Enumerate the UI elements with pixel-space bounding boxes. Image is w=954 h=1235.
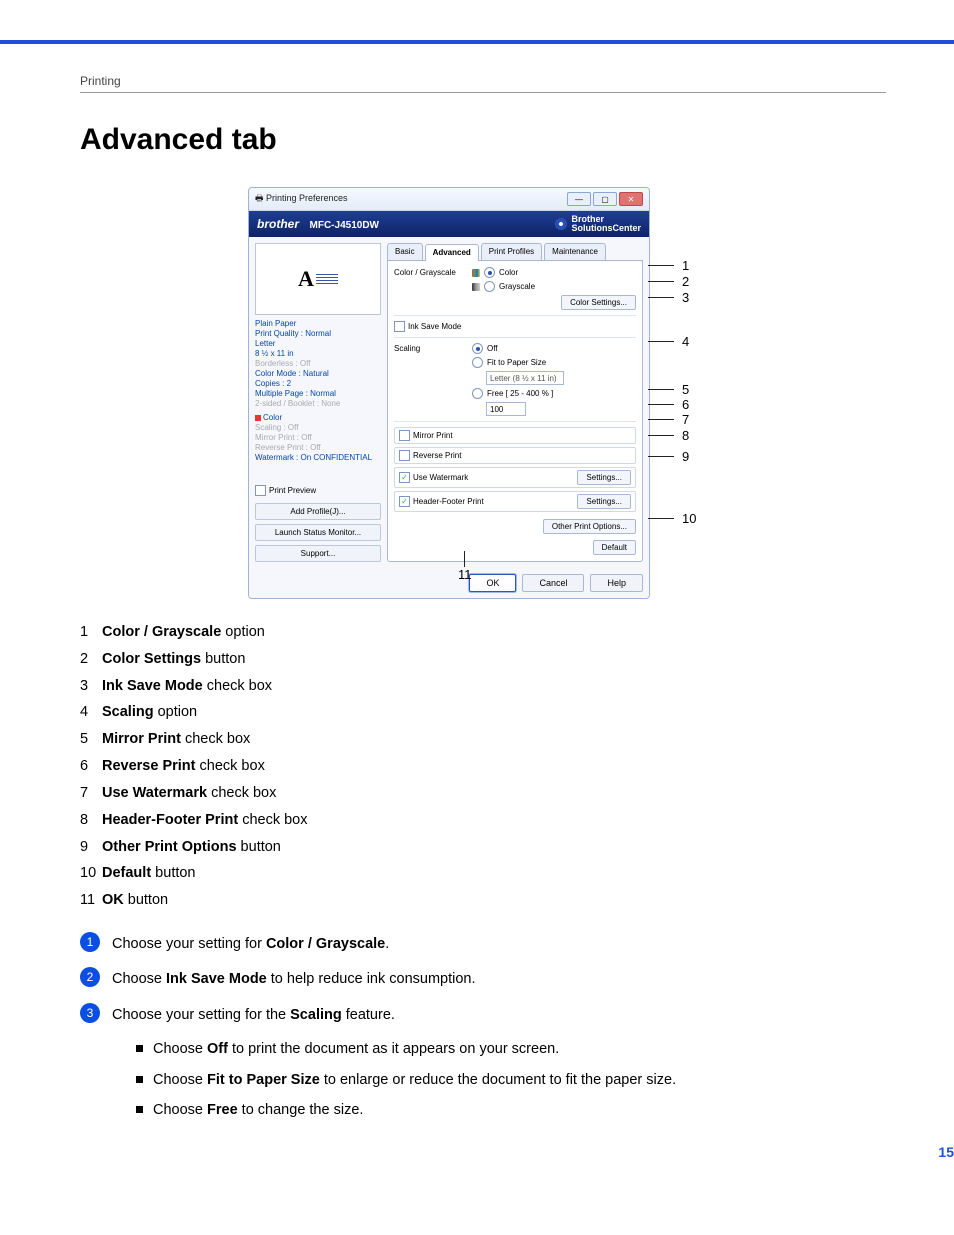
window-min-button[interactable]: — <box>567 192 591 206</box>
legend-item: 9Other Print Options button <box>80 834 886 861</box>
callout-1: 1 <box>682 258 689 273</box>
tab-advanced[interactable]: Advanced <box>425 244 479 261</box>
solutions-icon <box>553 216 570 233</box>
left-summary-panel: A Plain Paper Print Quality : Normal Let… <box>255 243 381 562</box>
legend-item: 6Reverse Print check box <box>80 753 886 780</box>
page-number: 15 <box>938 1144 954 1160</box>
step-3-badge-icon: 3 <box>80 1003 100 1023</box>
mirror-print-checkbox[interactable] <box>399 430 410 441</box>
tab-basic[interactable]: Basic <box>387 243 423 260</box>
callout-7: 7 <box>682 412 689 427</box>
legend-item: 5Mirror Print check box <box>80 726 886 753</box>
brand-logo: brother <box>257 217 299 231</box>
help-button[interactable]: Help <box>590 574 643 592</box>
bullet-icon <box>136 1045 143 1052</box>
scaling-label: Scaling <box>394 343 466 353</box>
legend-item: 3Ink Save Mode check box <box>80 673 886 700</box>
window-close-button[interactable]: ✕ <box>619 192 643 206</box>
other-print-options-button[interactable]: Other Print Options... <box>543 519 636 534</box>
tab-maintenance[interactable]: Maintenance <box>544 243 606 260</box>
solutions-center-link[interactable]: Brother SolutionsCenter <box>555 215 641 233</box>
reverse-print-checkbox[interactable] <box>399 450 410 461</box>
brand-model: MFC-J4510DW <box>310 220 379 231</box>
brand-bar: brother MFC-J4510DW Brother SolutionsCen… <box>249 211 649 237</box>
legend-list: 1Color / Grayscale option2Color Settings… <box>80 619 886 914</box>
use-watermark-checkbox[interactable] <box>399 472 410 483</box>
scaling-free-radio[interactable] <box>472 388 483 399</box>
color-swatch-icon <box>472 269 480 277</box>
breadcrumb: Printing <box>80 74 886 88</box>
ok-button[interactable]: OK <box>469 574 516 592</box>
legend-item: 2Color Settings button <box>80 646 886 673</box>
free-percent-spinner[interactable]: 100 <box>486 402 526 416</box>
bullet-icon <box>136 1106 143 1113</box>
screenshot: 🖶 Printing Preferences — ▢ ✕ brother MFC… <box>248 187 718 599</box>
step-2-badge-icon: 2 <box>80 967 100 987</box>
window-titlebar[interactable]: 🖶 Printing Preferences — ▢ ✕ <box>249 188 649 211</box>
window-title: 🖶 Printing Preferences <box>255 191 348 207</box>
add-profile-button[interactable]: Add Profile(J)... <box>255 503 381 520</box>
page-preview: A <box>255 243 381 315</box>
tab-strip: Basic Advanced Print Profiles Maintenanc… <box>387 243 643 261</box>
callout-3: 3 <box>682 290 689 305</box>
steps: 1 Choose your setting for Color / Graysc… <box>80 932 886 1122</box>
callout-9: 9 <box>682 449 689 464</box>
tab-print-profiles[interactable]: Print Profiles <box>481 243 542 260</box>
launch-status-button[interactable]: Launch Status Monitor... <box>255 524 381 541</box>
cancel-button[interactable]: Cancel <box>522 574 584 592</box>
headerfooter-settings-button[interactable]: Settings... <box>577 494 631 509</box>
fit-size-dropdown[interactable] <box>486 371 564 385</box>
scaling-fit-radio[interactable] <box>472 357 483 368</box>
callout-10: 10 <box>682 511 696 526</box>
legend-item: 11OK button <box>80 887 886 914</box>
color-settings-button[interactable]: Color Settings... <box>561 295 636 310</box>
color-radio[interactable] <box>484 267 495 278</box>
bullet-icon <box>136 1076 143 1083</box>
window-max-button[interactable]: ▢ <box>593 192 617 206</box>
default-button[interactable]: Default <box>593 540 636 555</box>
step-1-badge-icon: 1 <box>80 932 100 952</box>
ink-save-checkbox[interactable] <box>394 321 405 332</box>
page-title: Advanced tab <box>80 123 886 157</box>
legend-item: 10Default button <box>80 860 886 887</box>
legend-item: 4Scaling option <box>80 699 886 726</box>
color-grayscale-label: Color / Grayscale <box>394 267 466 277</box>
support-button[interactable]: Support... <box>255 545 381 562</box>
legend-item: 1Color / Grayscale option <box>80 619 886 646</box>
right-settings-panel: Basic Advanced Print Profiles Maintenanc… <box>387 243 643 562</box>
header-footer-checkbox[interactable] <box>399 496 410 507</box>
callout-5: 5 <box>682 382 689 397</box>
callout-6: 6 <box>682 397 689 412</box>
callout-8: 8 <box>682 428 689 443</box>
callout-11: 11 <box>458 567 472 582</box>
dialog-button-bar: OK Cancel Help <box>249 568 649 598</box>
callout-2: 2 <box>682 274 689 289</box>
scaling-off-radio[interactable] <box>472 343 483 354</box>
legend-item: 7Use Watermark check box <box>80 780 886 807</box>
grayscale-swatch-icon <box>472 283 480 291</box>
watermark-settings-button[interactable]: Settings... <box>577 470 631 485</box>
print-preview-checkbox[interactable] <box>255 485 266 496</box>
grayscale-radio[interactable] <box>484 281 495 292</box>
callout-4: 4 <box>682 334 689 349</box>
legend-item: 8Header-Footer Print check box <box>80 807 886 834</box>
settings-summary: Plain Paper Print Quality : Normal Lette… <box>255 319 381 463</box>
dialog-window: 🖶 Printing Preferences — ▢ ✕ brother MFC… <box>248 187 650 599</box>
